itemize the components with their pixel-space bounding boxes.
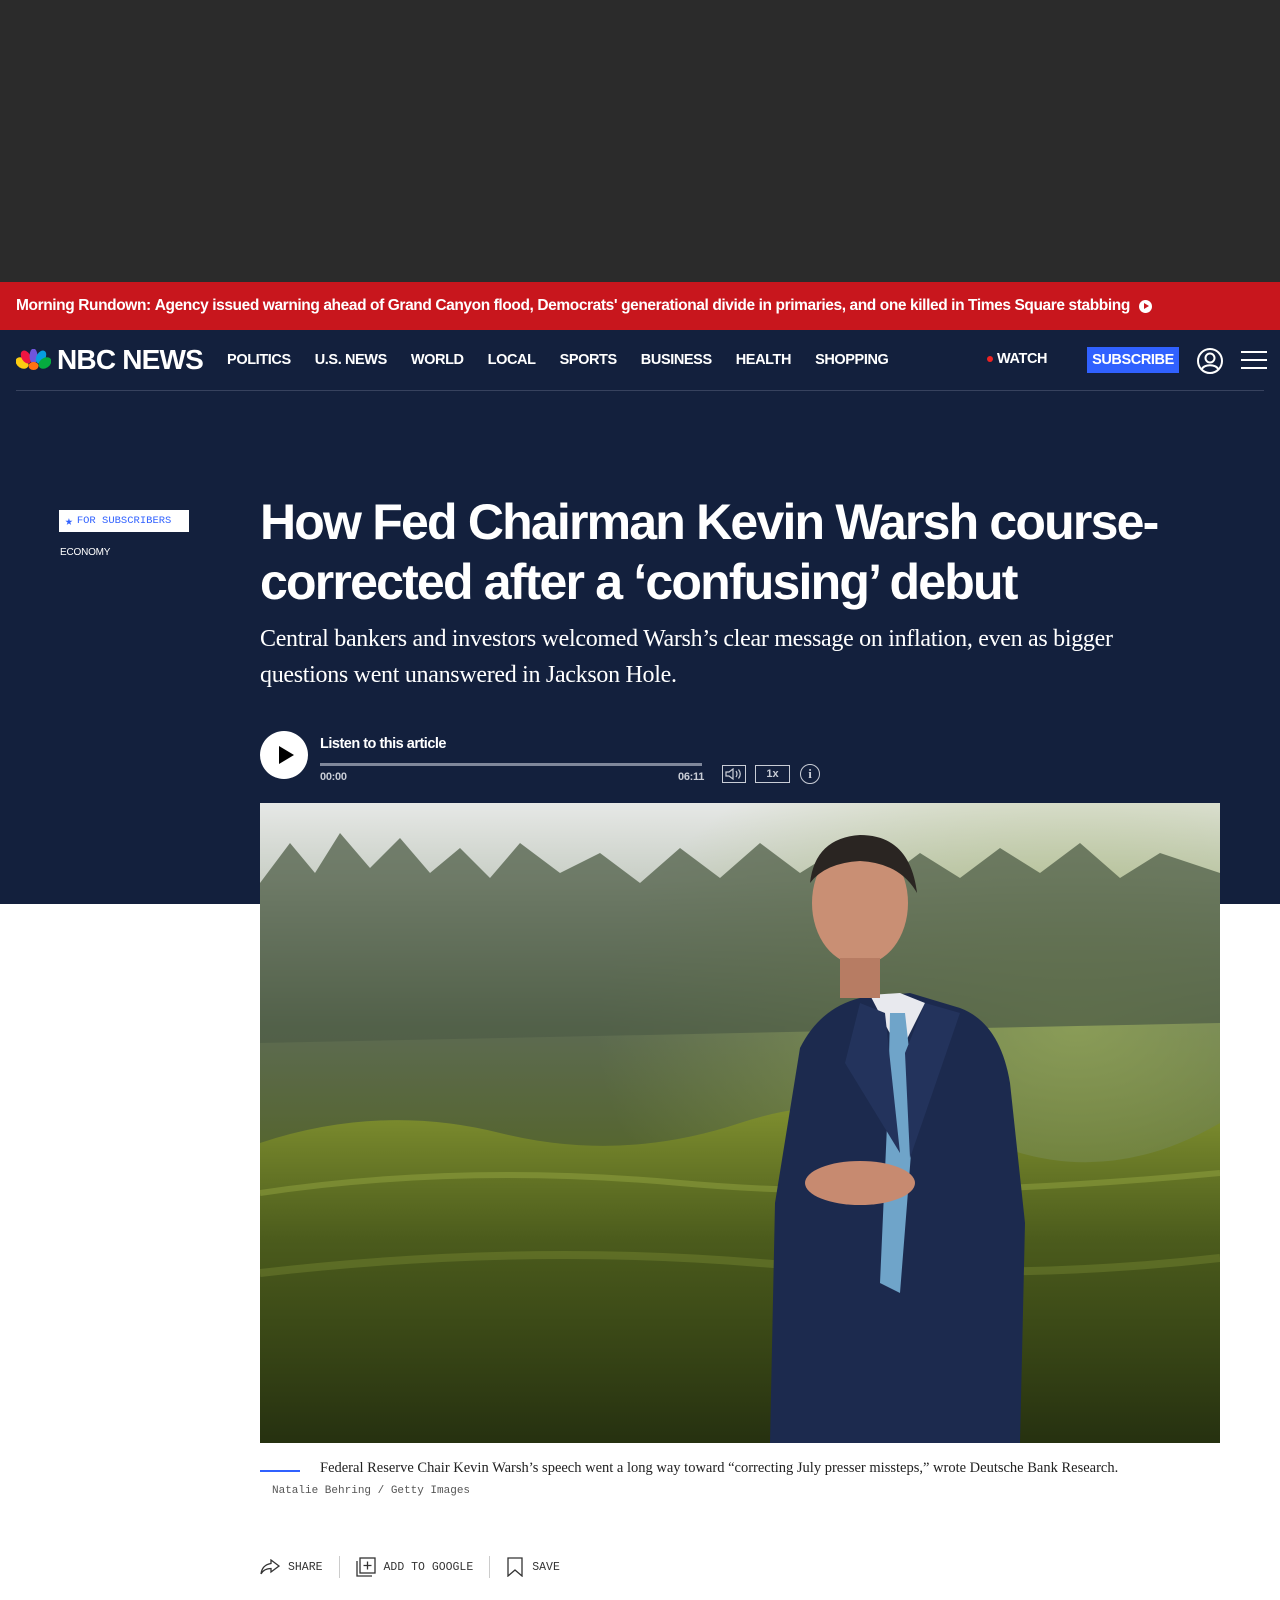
main-nav: POLITICS U.S. NEWS WORLD LOCAL SPORTS BU…	[227, 352, 912, 368]
audio-progress-bar[interactable]	[320, 763, 702, 766]
nav-world[interactable]: WORLD	[411, 352, 464, 368]
add-to-google-button[interactable]: ADD TO GOOGLE	[355, 1555, 474, 1579]
alert-label: Morning Rundown:	[16, 297, 151, 314]
hamburger-menu-icon[interactable]	[1241, 349, 1267, 371]
share-icon	[260, 1559, 280, 1575]
share-button[interactable]: SHARE	[260, 1555, 323, 1579]
divider	[338, 1556, 340, 1578]
audio-player: Listen to this article 00:00 06:11 1x i	[260, 731, 860, 784]
image-credit: Natalie Behring / Getty Images	[272, 1485, 471, 1497]
nav-health[interactable]: HEALTH	[736, 352, 792, 368]
nbc-news-logo[interactable]: NBC NEWS	[16, 330, 204, 390]
playback-speed-button[interactable]: 1x	[755, 765, 790, 783]
add-to-google-label: ADD TO GOOGLE	[383, 1560, 474, 1574]
logo-text: NBC NEWS	[57, 344, 204, 375]
bookmark-icon	[507, 1557, 523, 1577]
info-icon[interactable]: i	[800, 764, 820, 784]
nav-shopping[interactable]: SHOPPING	[815, 352, 889, 368]
listen-label: Listen to this article	[320, 736, 446, 752]
total-time: 06:11	[678, 771, 705, 783]
save-button[interactable]: SAVE	[506, 1555, 560, 1579]
account-icon[interactable]	[1196, 347, 1224, 375]
nav-business[interactable]: BUSINESS	[641, 352, 712, 368]
nav-local[interactable]: LOCAL	[488, 352, 536, 368]
arrow-right-icon	[1138, 299, 1152, 313]
article-dek: Central bankers and investors welcomed W…	[260, 626, 1113, 688]
article-headline: How Fed Chairman Kevin Warsh course-corr…	[260, 494, 1159, 610]
save-label: SAVE	[532, 1560, 560, 1574]
subscriber-badge: ★ FOR SUBSCRIBERS	[59, 510, 189, 532]
category-link[interactable]: ECONOMY	[60, 547, 110, 558]
peacock-icon	[16, 349, 51, 370]
speaker-icon	[725, 768, 741, 780]
article-actions: SHARE ADD TO GOOGLE SAVE	[260, 1555, 560, 1579]
nav-sports[interactable]: SPORTS	[560, 352, 618, 368]
live-dot-icon	[987, 356, 993, 362]
play-button[interactable]	[260, 731, 308, 779]
share-label: SHARE	[288, 1560, 323, 1574]
current-time: 00:00	[320, 771, 347, 783]
divider	[489, 1556, 491, 1578]
add-square-icon	[355, 1557, 376, 1577]
site-header: NBC NEWS POLITICS U.S. NEWS WORLD LOCAL …	[16, 330, 1267, 391]
image-caption: Federal Reserve Chair Kevin Warsh’s spee…	[320, 1460, 1119, 1476]
star-icon: ★	[65, 513, 73, 529]
subscribe-button[interactable]: SUBSCRIBE	[1087, 347, 1179, 373]
watch-label: WATCH	[997, 351, 1048, 367]
article-hero-image	[260, 803, 1220, 1443]
badge-label: FOR SUBSCRIBERS	[76, 515, 172, 527]
nav-politics[interactable]: POLITICS	[227, 352, 291, 368]
nav-us-news[interactable]: U.S. NEWS	[315, 352, 388, 368]
breaking-news-banner[interactable]: Morning Rundown: Agency issued warning a…	[0, 282, 1280, 330]
volume-button[interactable]	[722, 765, 746, 783]
caption-accent-line	[260, 1470, 300, 1472]
watch-live-link[interactable]: WATCH	[987, 351, 1047, 367]
ad-slot	[0, 0, 1280, 282]
alert-text: Agency issued warning ahead of Grand Can…	[154, 297, 1131, 314]
